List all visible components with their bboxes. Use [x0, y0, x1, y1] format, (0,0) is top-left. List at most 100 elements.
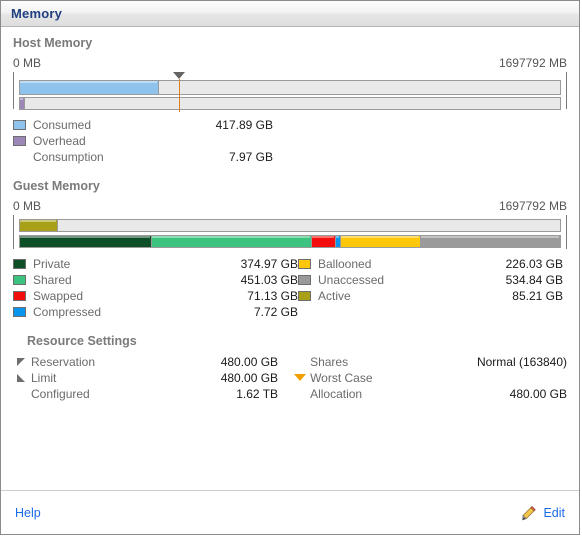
- legend-label: Ballooned: [318, 257, 372, 271]
- legend-row: Swapped 71.13 GB Active 85.21 GB: [13, 288, 567, 304]
- legend-item: Ballooned 226.03 GB: [298, 256, 563, 272]
- consumed-swatch-icon: [13, 120, 26, 130]
- resource-label-2: Shares: [310, 355, 349, 369]
- legend-item: Consumption 7.97 GB: [13, 149, 567, 165]
- legend-value: 71.13 GB: [247, 289, 298, 303]
- guest-axis-right-tick: [566, 215, 567, 249]
- legend-label: Shared: [33, 273, 72, 287]
- legend-row: Shared 451.03 GB Unaccessed 534.84 GB: [13, 272, 567, 288]
- legend-item: Swapped 71.13 GB: [13, 288, 298, 304]
- pencil-icon: [521, 505, 537, 521]
- guest-shared-segment: [152, 236, 312, 247]
- resource-label: Configured: [31, 387, 90, 401]
- guest-memory-heading: Guest Memory: [13, 179, 100, 193]
- legend-label: Unaccessed: [318, 273, 385, 287]
- legend-value: 374.97 GB: [240, 257, 298, 271]
- resource-value: 480.00 GB: [220, 355, 279, 369]
- legend-label: Swapped: [33, 289, 84, 303]
- unaccessed-swatch-icon: [298, 275, 311, 285]
- host-axis-left-tick: [13, 72, 14, 109]
- resource-settings-section: Resource Settings Reservation 480.00 GB …: [13, 334, 567, 402]
- host-overhead-track: [19, 97, 561, 110]
- limit-marker-icon: [13, 370, 31, 386]
- host-memory-section: Host Memory 0 MB 1697792 MB Consumed 417…: [13, 36, 567, 165]
- legend-item: Active 85.21 GB: [298, 288, 563, 304]
- guest-swapped-segment: [311, 236, 337, 247]
- guest-active-segment: [20, 220, 58, 231]
- guest-ballooned-segment: [341, 236, 422, 247]
- guest-scale-row: 0 MB 1697792 MB: [13, 199, 567, 213]
- host-threshold-triangle-icon: [173, 72, 186, 79]
- legend-label: Consumed: [33, 118, 92, 132]
- host-scale-max: 1697792 MB: [498, 56, 567, 70]
- resource-value: 480.00 GB: [220, 371, 279, 385]
- resource-label: Reservation: [31, 355, 96, 369]
- shared-swatch-icon: [13, 275, 26, 285]
- resource-settings-heading: Resource Settings: [27, 334, 137, 348]
- worst-case-triangle-icon: [292, 370, 310, 386]
- host-consumed-track: [19, 80, 561, 95]
- legend-item: Overhead: [13, 133, 567, 149]
- legend-value: 534.84 GB: [505, 273, 563, 287]
- resource-row: Limit 480.00 GB Worst Case: [13, 370, 567, 386]
- legend-row: Compressed 7.72 GB: [13, 304, 567, 320]
- row-icon-spacer: [13, 386, 31, 402]
- guest-memory-section: Guest Memory 0 MB 1697792 MB Private 374…: [13, 179, 567, 320]
- host-threshold-line: [179, 79, 181, 112]
- resource-label: Limit: [31, 371, 57, 385]
- legend-label: Compressed: [33, 305, 102, 319]
- panel-titlebar: Memory: [1, 1, 579, 27]
- legend-value: 7.97 GB: [228, 150, 273, 164]
- guest-private-segment: [20, 236, 153, 247]
- overhead-swatch-icon: [13, 136, 26, 146]
- legend-value: 451.03 GB: [240, 273, 298, 287]
- legend-item: Compressed 7.72 GB: [13, 304, 298, 320]
- edit-button[interactable]: Edit: [521, 505, 565, 521]
- spacer-swatch: [13, 152, 26, 162]
- resource-label-2: Worst Case: [310, 371, 373, 385]
- resource-value-2: 480.00 GB: [509, 387, 568, 401]
- host-legend: Consumed 417.89 GB Overhead Consumption …: [13, 117, 567, 165]
- host-axis-right-tick: [566, 72, 567, 109]
- legend-label: Overhead: [33, 134, 86, 148]
- private-swatch-icon: [13, 259, 26, 269]
- row-icon-spacer: [292, 386, 310, 402]
- legend-value: 226.03 GB: [505, 257, 563, 271]
- resource-row: Reservation 480.00 GB Shares Normal (163…: [13, 354, 567, 370]
- guest-scale-max: 1697792 MB: [498, 199, 567, 213]
- legend-item: Shared 451.03 GB: [13, 272, 298, 288]
- legend-row: Private 374.97 GB Ballooned 226.03 GB: [13, 256, 567, 272]
- host-consumed-segment: [20, 81, 159, 94]
- active-swatch-icon: [298, 291, 311, 301]
- legend-label: Consumption: [33, 150, 104, 164]
- help-link[interactable]: Help: [15, 506, 41, 520]
- guest-axis-left-tick: [13, 215, 14, 249]
- panel-footer: Help Edit: [1, 490, 579, 534]
- host-scale-min: 0 MB: [13, 56, 42, 70]
- memory-panel: Memory Host Memory 0 MB 1697792 MB Consu…: [0, 0, 580, 535]
- host-memory-heading: Host Memory: [13, 36, 93, 50]
- host-overhead-segment: [20, 98, 25, 109]
- legend-value: 85.21 GB: [512, 289, 563, 303]
- guest-scale-min: 0 MB: [13, 199, 42, 213]
- guest-composition-track: [19, 235, 561, 248]
- ballooned-swatch-icon: [298, 259, 311, 269]
- panel-body: Host Memory 0 MB 1697792 MB Consumed 417…: [1, 27, 579, 402]
- resource-value-2: Normal (163840): [476, 355, 568, 369]
- host-scale-row: 0 MB 1697792 MB: [13, 56, 567, 70]
- legend-item: Unaccessed 534.84 GB: [298, 272, 563, 288]
- guest-active-track: [19, 219, 561, 232]
- legend-value: 417.89 GB: [215, 118, 273, 132]
- edit-link-label[interactable]: Edit: [543, 506, 565, 520]
- resource-row: Configured 1.62 TB Allocation 480.00 GB: [13, 386, 567, 402]
- row-icon-spacer: [292, 354, 310, 370]
- legend-item: Private 374.97 GB: [13, 256, 298, 272]
- host-bar-graph: [13, 72, 567, 112]
- legend-label: Active: [318, 289, 351, 303]
- reservation-marker-icon: [13, 354, 31, 370]
- legend-value: 7.72 GB: [253, 305, 298, 319]
- guest-legend: Private 374.97 GB Ballooned 226.03 GB Sh…: [13, 256, 567, 320]
- compressed-swatch-icon: [13, 307, 26, 317]
- guest-unaccessed-segment: [421, 236, 560, 247]
- resource-label-2: Allocation: [310, 387, 363, 401]
